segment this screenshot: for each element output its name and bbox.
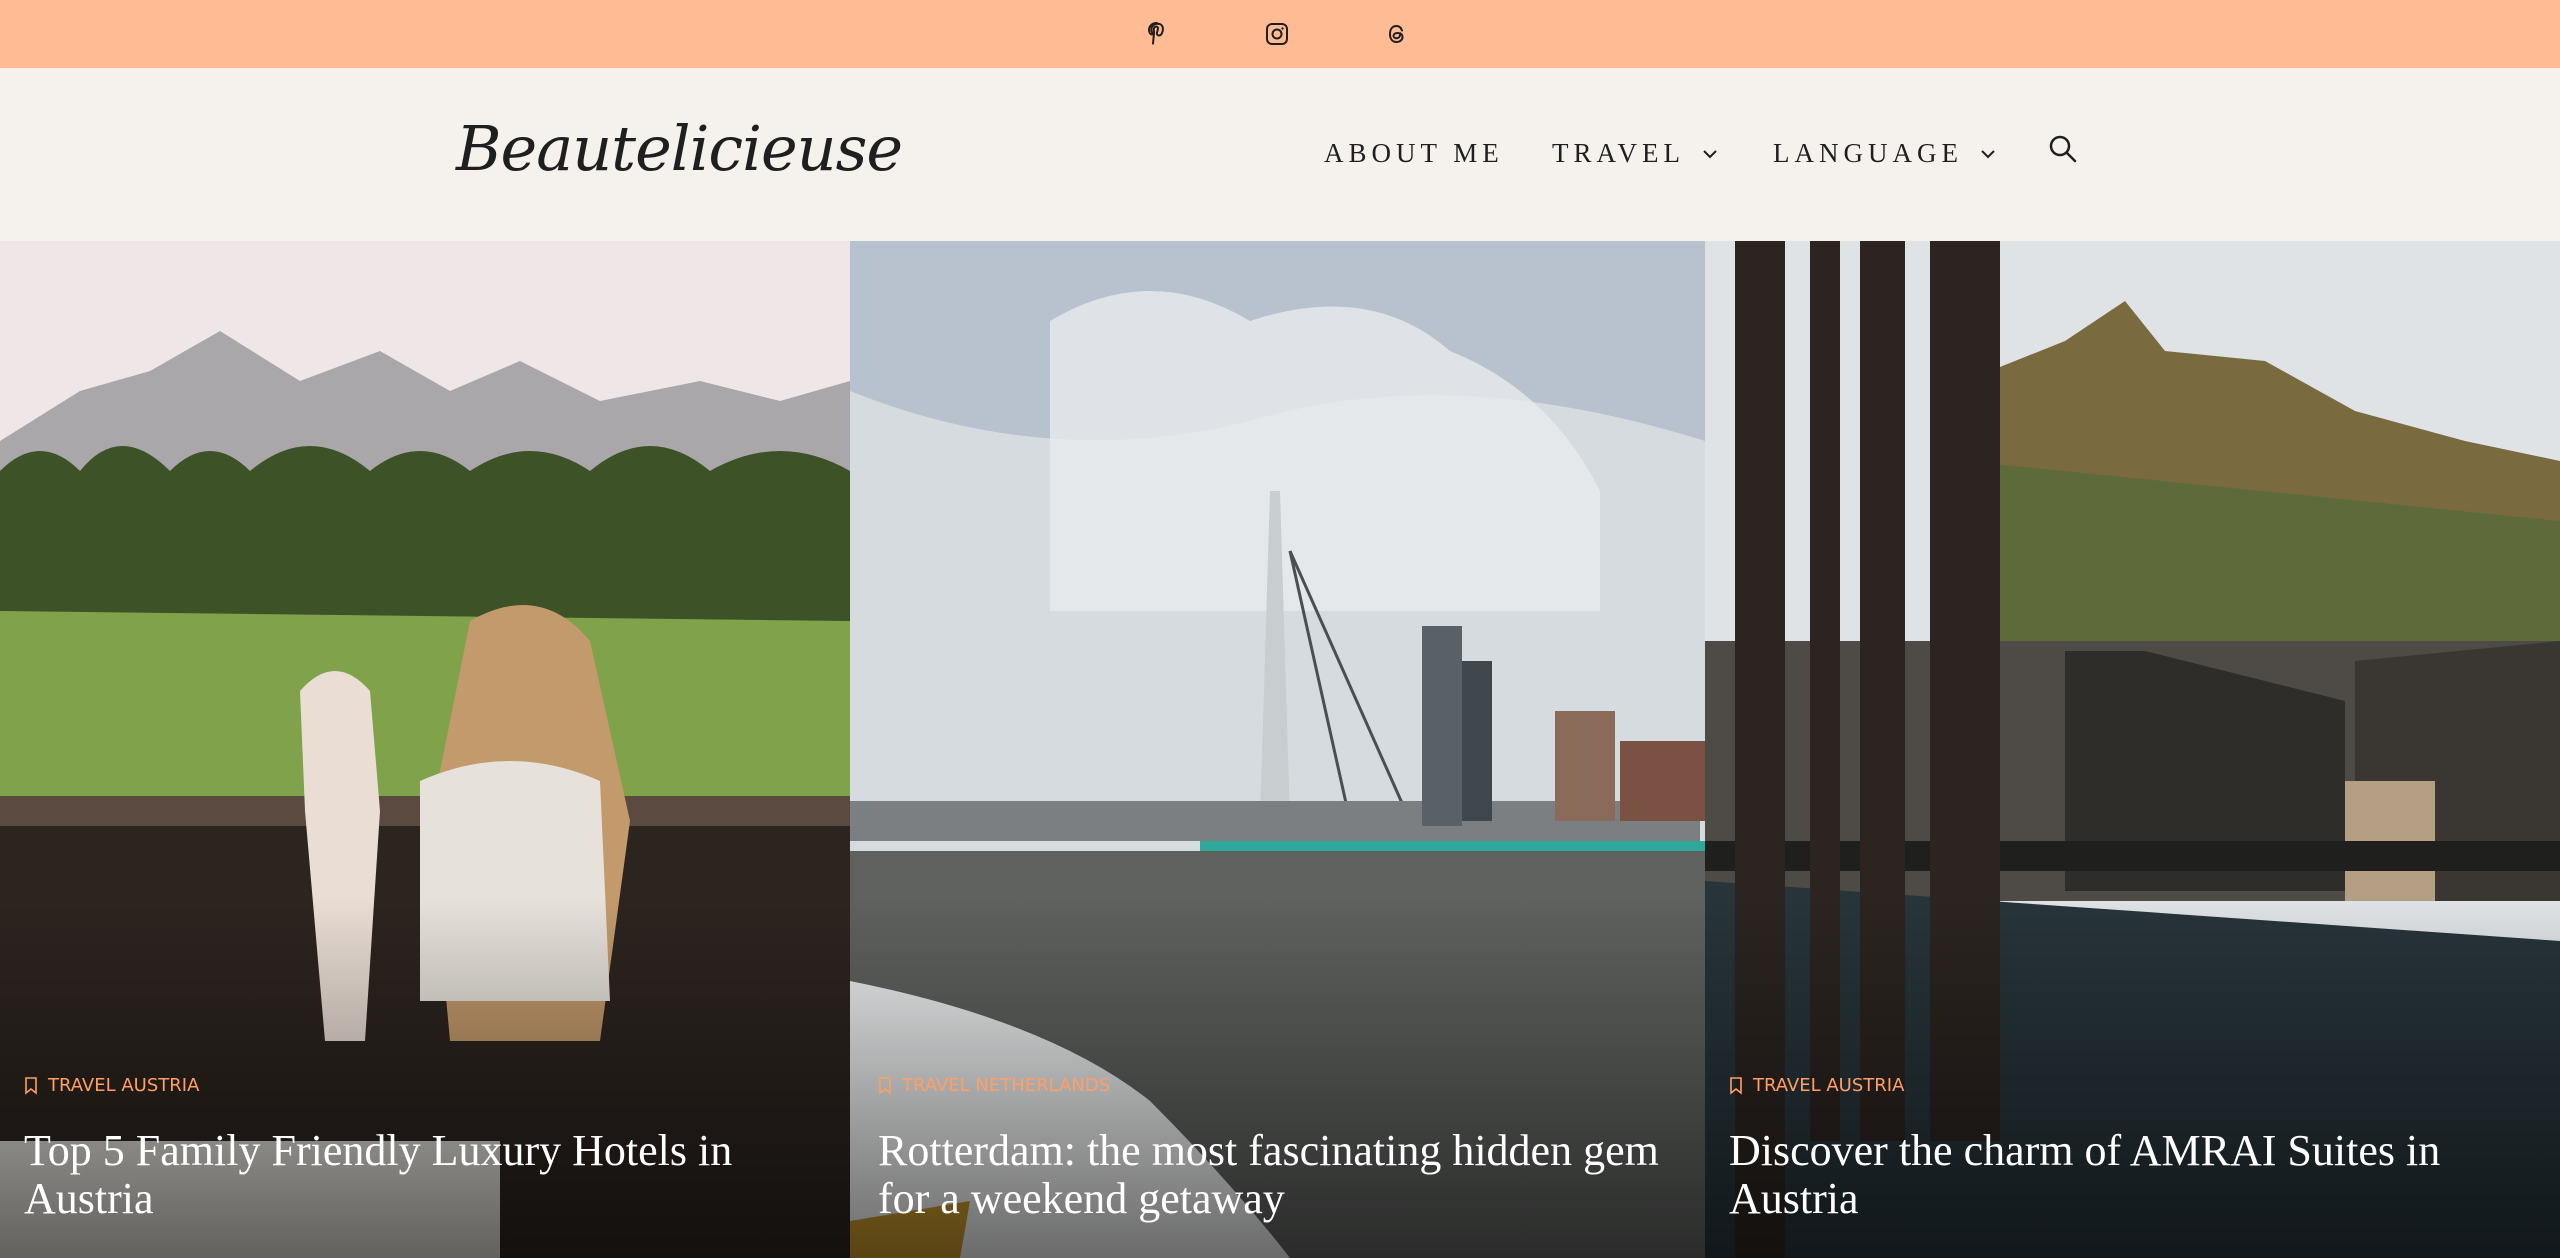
search-icon[interactable] (2046, 132, 2080, 166)
post-title[interactable]: Discover the charm of AMRAI Suites in Au… (1729, 1127, 2529, 1223)
post-category[interactable]: TRAVEL AUSTRIA (24, 1075, 199, 1096)
nav-about-me[interactable]: ABOUT ME (1324, 138, 1504, 169)
social-topbar (0, 0, 2560, 68)
post-category-label: TRAVEL NETHERLANDS (902, 1075, 1111, 1096)
post-category[interactable]: TRAVEL AUSTRIA (1729, 1075, 1904, 1096)
post-card[interactable]: TRAVEL NETHERLANDS Rotterdam: the most f… (850, 241, 1705, 1258)
post-category-label: TRAVEL AUSTRIA (1753, 1075, 1905, 1096)
nav-travel-label: TRAVEL (1552, 138, 1686, 168)
nav-travel[interactable]: TRAVEL (1552, 138, 1719, 169)
nav-language-label: LANGUAGE (1773, 138, 1963, 168)
post-card[interactable]: TRAVEL AUSTRIA Discover the charm of AMR… (1705, 241, 2560, 1258)
bookmark-icon (1730, 1076, 1742, 1095)
chevron-down-icon (1703, 149, 1717, 158)
featured-posts: TRAVEL AUSTRIA Top 5 Family Friendly Lux… (0, 241, 2560, 1258)
bookmark-icon (25, 1076, 37, 1095)
nav-about-me-label: ABOUT ME (1324, 138, 1504, 168)
chevron-down-icon (1981, 149, 1995, 158)
instagram-icon[interactable] (1261, 18, 1293, 50)
post-category-label: TRAVEL AUSTRIA (48, 1075, 200, 1096)
post-title[interactable]: Top 5 Family Friendly Luxury Hotels in A… (24, 1127, 824, 1223)
post-card[interactable]: TRAVEL AUSTRIA Top 5 Family Friendly Lux… (0, 241, 850, 1258)
post-title[interactable]: Rotterdam: the most fascinating hidden g… (878, 1127, 1678, 1223)
site-logo[interactable]: Beautelicieuse (456, 112, 903, 185)
site-header: Beautelicieuse ABOUT ME TRAVEL LANGUAGE (0, 68, 2560, 242)
pinterest-icon[interactable] (1141, 18, 1173, 50)
threads-icon[interactable] (1381, 18, 1413, 50)
bookmark-icon (879, 1076, 891, 1095)
post-category[interactable]: TRAVEL NETHERLANDS (878, 1075, 1110, 1096)
nav-language[interactable]: LANGUAGE (1773, 138, 1997, 169)
